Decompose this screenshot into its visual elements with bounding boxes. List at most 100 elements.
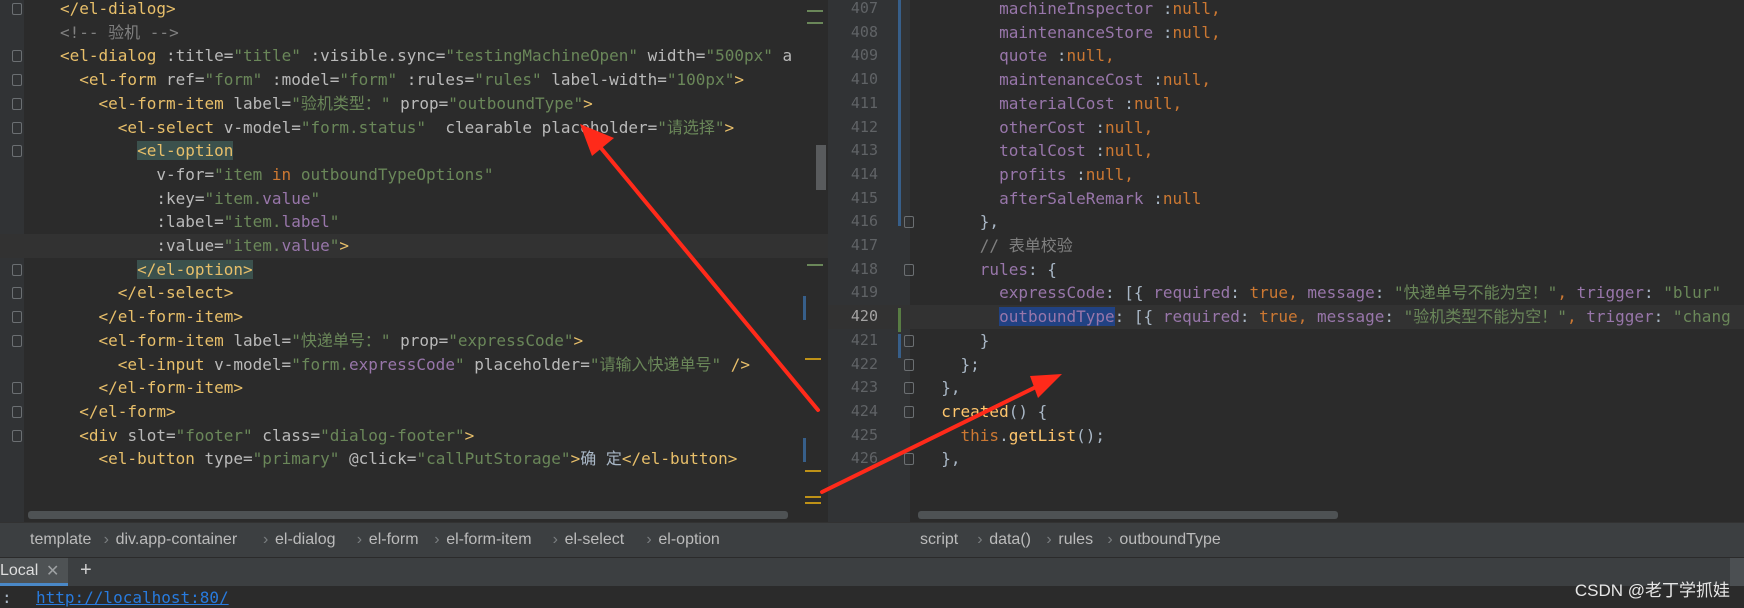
terminal-toolbar-handle[interactable] bbox=[1730, 558, 1744, 586]
right-code-editor[interactable]: 407 machineInspector :null, 408 maintenan… bbox=[828, 0, 1744, 522]
code-line[interactable]: 423 }, bbox=[828, 376, 1744, 400]
breadcrumb-item[interactable]: template bbox=[30, 531, 91, 549]
code-line[interactable]: <el-button type="primary" @click="callPu… bbox=[0, 447, 828, 471]
left-code-editor[interactable]: </el-dialog> <!-- 验机 --> <el-dialog :title… bbox=[0, 0, 828, 522]
code-content: afterSaleRemark :null bbox=[922, 187, 1201, 211]
fold-icon[interactable] bbox=[12, 287, 22, 300]
code-line[interactable]: :key="item.value" bbox=[0, 187, 828, 211]
breadcrumb-item[interactable]: el-select bbox=[565, 531, 625, 549]
code-line[interactable]: 409 quote :null, bbox=[828, 44, 1744, 68]
chevron-right-icon: › bbox=[977, 531, 983, 548]
code-token: type= bbox=[204, 449, 253, 469]
left-error-stripe[interactable] bbox=[802, 0, 828, 522]
code-line[interactable]: 418 rules: { bbox=[828, 258, 1744, 282]
terminal-tab-local[interactable]: Local ✕ bbox=[0, 558, 68, 586]
code-line[interactable]: 411 materialCost :null, bbox=[828, 92, 1744, 116]
code-line[interactable]: <el-form-item label="快递单号：" prop="expres… bbox=[0, 329, 828, 353]
code-token: () { bbox=[1008, 401, 1048, 421]
fold-icon[interactable] bbox=[12, 382, 22, 395]
code-line[interactable]: </el-option> bbox=[0, 258, 828, 282]
code-line[interactable]: </el-dialog> bbox=[0, 0, 828, 21]
code-token: 确 定 bbox=[580, 449, 622, 469]
code-token: "expressCode" bbox=[448, 330, 574, 350]
code-line[interactable]: <el-dialog :title="title" :visible.sync=… bbox=[0, 44, 828, 68]
breadcrumb-item[interactable]: el-form-item bbox=[446, 531, 531, 549]
code-line[interactable]: 417 // 表单校验 bbox=[828, 234, 1744, 258]
code-token: value bbox=[281, 236, 330, 255]
code-line[interactable]: 413 totalCost :null, bbox=[828, 139, 1744, 163]
breadcrumb-item[interactable]: el-form bbox=[369, 531, 419, 549]
code-line[interactable]: </el-form-item> bbox=[0, 305, 828, 329]
code-line[interactable]: 414 profits :null, bbox=[828, 163, 1744, 187]
code-token: outboundType bbox=[999, 307, 1115, 327]
code-line[interactable]: <el-form ref="form" :model="form" :rules… bbox=[0, 68, 828, 92]
fold-icon[interactable] bbox=[12, 50, 22, 63]
code-token: required bbox=[1153, 283, 1231, 303]
code-token: <el-button bbox=[60, 449, 205, 469]
code-line[interactable]: <el-input v-model="form.expressCode" pla… bbox=[0, 353, 828, 377]
breadcrumb-item[interactable]: el-dialog bbox=[275, 531, 335, 549]
code-token: <el-dialog bbox=[60, 46, 166, 66]
code-line[interactable]: :label="item.label" bbox=[0, 210, 828, 234]
line-number: 420 bbox=[850, 307, 878, 326]
code-content: </el-dialog> bbox=[60, 0, 176, 21]
terminal-output[interactable]: : http://localhost:80/ bbox=[0, 586, 1744, 608]
chevron-right-icon: › bbox=[103, 531, 109, 548]
breadcrumb-item[interactable]: script bbox=[920, 531, 958, 549]
code-token: trigger bbox=[1586, 307, 1654, 327]
close-icon[interactable]: ✕ bbox=[46, 561, 59, 581]
code-line[interactable]: <el-option bbox=[0, 139, 828, 163]
breadcrumb-item[interactable]: rules bbox=[1058, 531, 1093, 549]
code-line[interactable]: 424 created() { bbox=[828, 400, 1744, 424]
code-line[interactable]: 422 }; bbox=[828, 353, 1744, 377]
line-number: 418 bbox=[850, 259, 878, 278]
fold-icon[interactable] bbox=[12, 405, 22, 418]
fold-icon[interactable] bbox=[12, 311, 22, 324]
code-line[interactable]: v-for="item in outboundTypeOptions" bbox=[0, 163, 828, 187]
fold-icon[interactable] bbox=[12, 334, 22, 347]
code-line[interactable]: <div slot="footer" class="dialog-footer"… bbox=[0, 424, 828, 448]
code-token: : bbox=[1239, 307, 1260, 327]
fold-icon[interactable] bbox=[12, 429, 22, 442]
code-token: placeholder= bbox=[464, 354, 590, 374]
fold-icon[interactable] bbox=[12, 74, 22, 87]
code-token: " bbox=[310, 188, 321, 208]
code-line[interactable]: 425 this.getList(); bbox=[828, 424, 1744, 448]
code-token: v-for= bbox=[60, 164, 215, 184]
code-line[interactable]: 407 machineInspector :null, bbox=[828, 0, 1744, 21]
code-line[interactable]: </el-form> bbox=[0, 400, 828, 424]
code-line[interactable]: <el-form-item label="验机类型：" prop="outbou… bbox=[0, 92, 828, 116]
code-line[interactable]: 421 } bbox=[828, 329, 1744, 353]
code-line[interactable]: :value="item.value"> bbox=[0, 234, 828, 258]
line-number: 413 bbox=[850, 141, 878, 160]
code-token: width= bbox=[638, 46, 706, 66]
code-line[interactable]: 419 expressCode: [{ required: true, mess… bbox=[828, 281, 1744, 305]
breadcrumb-item[interactable]: data() bbox=[989, 531, 1031, 549]
fold-icon[interactable] bbox=[12, 145, 22, 158]
code-line[interactable]: </el-form-item> bbox=[0, 376, 828, 400]
code-line[interactable]: <el-select v-model="form.status" clearab… bbox=[0, 116, 828, 140]
code-token: a bbox=[772, 46, 793, 66]
breadcrumb-item[interactable]: el-option bbox=[658, 531, 719, 549]
fold-icon[interactable] bbox=[12, 121, 22, 134]
code-line[interactable]: <!-- 验机 --> bbox=[0, 21, 828, 45]
add-tab-icon[interactable]: + bbox=[80, 559, 92, 582]
code-content: <el-select v-model="form.status" clearab… bbox=[60, 116, 734, 140]
breadcrumb-item[interactable]: div.app-container bbox=[116, 531, 238, 549]
code-line[interactable]: 426 }, bbox=[828, 447, 1744, 471]
fold-icon[interactable] bbox=[12, 3, 22, 15]
code-line[interactable]: 415 afterSaleRemark :null bbox=[828, 187, 1744, 211]
code-line[interactable]: 410 maintenanceCost :null, bbox=[828, 68, 1744, 92]
left-horizontal-scrollbar[interactable] bbox=[28, 511, 788, 519]
terminal-url-link[interactable]: http://localhost:80/ bbox=[36, 588, 229, 607]
code-line[interactable]: 416 }, bbox=[828, 210, 1744, 234]
right-horizontal-scrollbar[interactable] bbox=[918, 511, 1338, 519]
code-line[interactable]: 408 maintenanceStore :null, bbox=[828, 21, 1744, 45]
code-line[interactable]: 420 outboundType: [{ required: true, mes… bbox=[828, 305, 1744, 329]
fold-icon[interactable] bbox=[12, 263, 22, 276]
fold-icon[interactable] bbox=[12, 97, 22, 110]
code-line[interactable]: 412 otherCost :null, bbox=[828, 116, 1744, 140]
breadcrumb-item[interactable]: outboundType bbox=[1119, 531, 1220, 549]
code-line[interactable]: </el-select> bbox=[0, 281, 828, 305]
